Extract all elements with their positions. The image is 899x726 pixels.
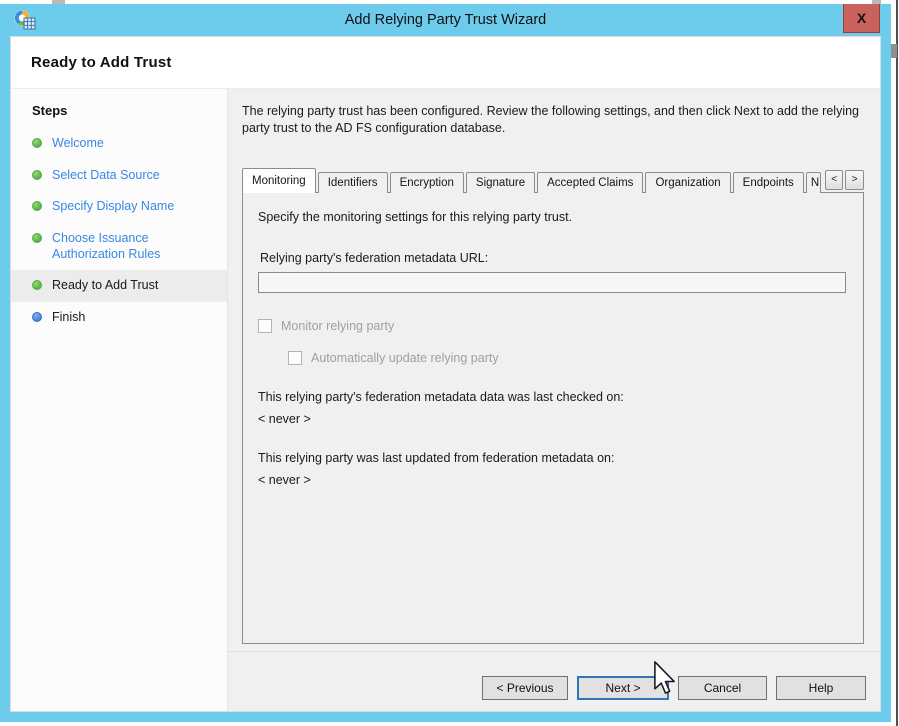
tab-accepted-claims[interactable]: Accepted Claims <box>537 172 643 193</box>
tab-encryption[interactable]: Encryption <box>390 172 464 193</box>
step-label: Specify Display Name <box>52 199 174 215</box>
sidebar-item-choose-issuance-authorization-rules[interactable]: Choose Issuance Authorization Rules <box>11 223 227 270</box>
screen: Add Relying Party Trust Wizard X Ready t… <box>0 0 899 726</box>
federation-metadata-url-input[interactable] <box>258 272 846 293</box>
intro-text: The relying party trust has been configu… <box>242 103 882 136</box>
step-done-icon <box>32 170 42 180</box>
step-done-icon <box>32 280 42 290</box>
close-button[interactable]: X <box>843 4 880 33</box>
sidebar-item-welcome[interactable]: Welcome <box>11 128 227 160</box>
federation-metadata-url-label: Relying party's federation metadata URL: <box>260 251 846 265</box>
last-updated-value: < never > <box>258 473 846 487</box>
dialog-body: Ready to Add Trust Steps Welcome Select … <box>10 36 881 712</box>
monitoring-description: Specify the monitoring settings for this… <box>258 210 846 224</box>
wizard-window: Add Relying Party Trust Wizard X Ready t… <box>0 4 891 722</box>
tab-notes-truncated[interactable]: N <box>806 172 821 193</box>
step-done-icon <box>32 233 42 243</box>
tab-strip: Monitoring Identifiers Encryption Signat… <box>242 168 864 193</box>
next-button[interactable]: Next > <box>577 676 669 700</box>
cancel-button[interactable]: Cancel <box>678 676 767 700</box>
step-label: Select Data Source <box>52 168 160 184</box>
last-checked-label: This relying party's federation metadata… <box>258 390 846 404</box>
step-label: Finish <box>52 310 85 326</box>
step-label: Welcome <box>52 136 104 152</box>
window-title: Add Relying Party Trust Wizard <box>0 12 891 28</box>
auto-update-row: Automatically update relying party <box>288 351 846 365</box>
trust-properties-tabs: Monitoring Identifiers Encryption Signat… <box>242 168 864 644</box>
steps-sidebar: Steps Welcome Select Data Source Specify… <box>11 89 228 711</box>
content-row: Steps Welcome Select Data Source Specify… <box>11 89 880 711</box>
sidebar-item-select-data-source[interactable]: Select Data Source <box>11 160 227 192</box>
step-done-icon <box>32 138 42 148</box>
page-title: Ready to Add Trust <box>31 54 172 71</box>
tab-organization[interactable]: Organization <box>645 172 730 193</box>
monitor-relying-party-checkbox[interactable] <box>258 319 272 333</box>
tab-signature[interactable]: Signature <box>466 172 535 193</box>
tab-scroll-left-button[interactable]: < <box>825 170 844 190</box>
step-pending-icon <box>32 312 42 322</box>
step-label: Choose Issuance Authorization Rules <box>52 231 202 262</box>
step-done-icon <box>32 201 42 211</box>
last-checked-value: < never > <box>258 412 846 426</box>
page-header: Ready to Add Trust <box>11 37 880 89</box>
sidebar-item-finish: Finish <box>11 302 227 334</box>
tab-endpoints[interactable]: Endpoints <box>733 172 804 193</box>
previous-button[interactable]: < Previous <box>482 676 568 700</box>
auto-update-label: Automatically update relying party <box>311 351 499 365</box>
sidebar-item-specify-display-name[interactable]: Specify Display Name <box>11 191 227 223</box>
steps-heading: Steps <box>11 99 227 128</box>
tab-monitoring[interactable]: Monitoring <box>242 168 316 193</box>
tab-scroll-right-button[interactable]: > <box>845 170 864 190</box>
monitor-relying-party-label: Monitor relying party <box>281 319 394 333</box>
help-button[interactable]: Help <box>776 676 866 700</box>
tab-identifiers[interactable]: Identifiers <box>318 172 388 193</box>
auto-update-checkbox[interactable] <box>288 351 302 365</box>
monitor-relying-party-row: Monitor relying party <box>258 319 846 333</box>
background-window-edge <box>896 0 898 726</box>
sidebar-item-ready-to-add-trust: Ready to Add Trust <box>11 270 227 302</box>
background-artifact <box>891 44 897 58</box>
titlebar: Add Relying Party Trust Wizard X <box>0 4 891 36</box>
monitoring-tab-panel: Specify the monitoring settings for this… <box>242 192 864 644</box>
step-label: Ready to Add Trust <box>52 278 158 294</box>
spacer <box>242 644 866 651</box>
main-pane: The relying party trust has been configu… <box>228 89 880 711</box>
last-updated-label: This relying party was last updated from… <box>258 451 846 465</box>
wizard-button-row: < Previous Next > Cancel Help <box>242 652 866 711</box>
